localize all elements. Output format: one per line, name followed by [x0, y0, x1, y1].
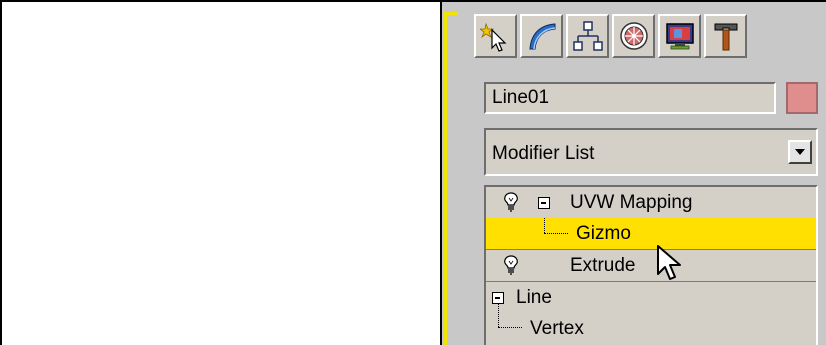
- stack-item-label: Gizmo: [576, 223, 631, 244]
- collapse-toggle-icon[interactable]: [538, 197, 550, 209]
- modify-icon: [528, 23, 555, 50]
- lightbulb-icon[interactable]: [502, 255, 520, 275]
- command-panel: Line01 Modifier List UVW Mapping Gizmo E…: [458, 2, 826, 345]
- tab-modify[interactable]: [520, 14, 563, 58]
- object-name-field[interactable]: Line01: [484, 82, 776, 114]
- stack-item-label: UVW Mapping: [570, 192, 693, 213]
- stack-item-label: Vertex: [530, 318, 584, 339]
- stack-item-gizmo[interactable]: Gizmo: [486, 218, 816, 249]
- stack-item-extrude[interactable]: Extrude: [486, 250, 816, 281]
- tree-connector: [498, 304, 499, 327]
- modifier-list-value: Modifier List: [492, 143, 595, 164]
- tab-display[interactable]: [658, 14, 701, 58]
- active-viewport-highlight: [444, 12, 447, 345]
- create-icon: [479, 22, 506, 52]
- object-color-swatch[interactable]: [786, 82, 818, 114]
- stack-item-label: Extrude: [570, 255, 636, 276]
- utilities-icon: [714, 23, 737, 51]
- chevron-down-icon: [795, 149, 805, 155]
- modifier-list-dropdown[interactable]: Modifier List: [484, 128, 818, 176]
- mouse-cursor-icon: [657, 245, 681, 280]
- tree-connector: [498, 327, 522, 328]
- tab-hierarchy[interactable]: [566, 14, 609, 58]
- active-viewport-highlight-top: [444, 12, 458, 15]
- stack-item-uvw-mapping[interactable]: UVW Mapping: [486, 187, 816, 218]
- command-panel-tabs: [474, 14, 747, 58]
- dropdown-arrow-button[interactable]: [788, 140, 812, 164]
- display-icon: [665, 23, 694, 50]
- collapse-toggle-icon[interactable]: [492, 292, 504, 304]
- tab-motion[interactable]: [612, 14, 655, 58]
- stack-item-label: Line: [516, 287, 552, 308]
- stack-item-line[interactable]: Line: [486, 282, 816, 313]
- lightbulb-icon[interactable]: [502, 192, 520, 212]
- stack-item-vertex[interactable]: Vertex: [486, 304, 816, 344]
- hierarchy-icon: [572, 21, 603, 51]
- tab-utilities[interactable]: [704, 14, 747, 58]
- tab-create[interactable]: [474, 14, 517, 58]
- viewport[interactable]: [2, 2, 440, 345]
- tree-connector: [544, 233, 568, 234]
- modifier-stack[interactable]: UVW Mapping Gizmo Extrude Line Vertex: [484, 185, 818, 345]
- tree-connector: [544, 218, 545, 233]
- motion-icon: [619, 22, 648, 50]
